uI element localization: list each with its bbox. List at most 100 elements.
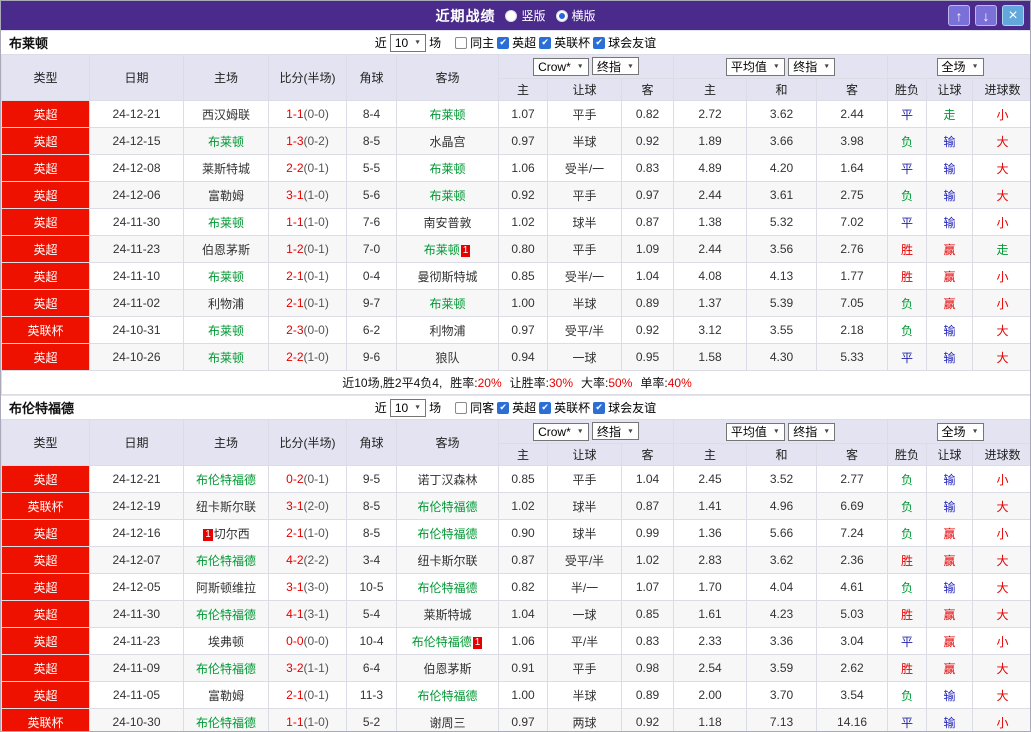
score: 2-3(0-0) <box>268 316 347 344</box>
select-value: 终指 <box>793 60 818 74</box>
odds-value: 半/一 <box>547 573 622 601</box>
handicap-result: 赢 <box>926 600 974 628</box>
average-odds-value: 2.77 <box>816 465 889 493</box>
match-date: 24-12-08 <box>89 154 184 182</box>
fulltime-score: 1-1 <box>286 715 304 729</box>
select-value: 终指 <box>597 59 622 74</box>
odds-value: 0.97 <box>498 316 548 344</box>
column-header: 日期 <box>89 54 184 101</box>
average-stage-select[interactable]: 终指 ▼ <box>788 422 836 441</box>
column-header: 类型 <box>1 54 90 101</box>
home-team: 利物浦 <box>183 289 269 317</box>
handicap-result: 输 <box>926 343 974 371</box>
team-name: 谢周三 <box>429 715 466 730</box>
wdl-result: 平 <box>887 627 928 655</box>
average-odds-value: 2.45 <box>673 465 748 493</box>
odds-value: 受平/半 <box>547 546 622 574</box>
odds-value: 0.92 <box>620 708 675 731</box>
corner-score: 8-4 <box>346 100 397 128</box>
summary-stat-value: 40% <box>667 376 692 390</box>
average-odds-value: 2.44 <box>673 235 748 263</box>
away-team: 曼彻斯特城 <box>396 262 499 290</box>
halftime-score: (2-0) <box>303 499 329 513</box>
horizontal-radio[interactable] <box>555 9 568 22</box>
score: 2-2(1-0) <box>268 343 347 371</box>
odds-group-header: Crow* ▼ 终指 ▼ <box>497 419 675 444</box>
goals-result: 大 <box>972 343 1030 371</box>
league-checkbox-2[interactable]: ✔ <box>593 36 606 49</box>
home-team: 布莱顿 <box>183 343 269 371</box>
team-name: 布莱顿 <box>207 215 244 230</box>
vertical-radio[interactable] <box>505 9 518 22</box>
home-team: 西汉姆联 <box>183 100 269 128</box>
league-checkbox-0[interactable]: ✔ <box>497 36 510 49</box>
match-date: 24-12-19 <box>89 492 184 520</box>
horizontal-layout-option[interactable]: 横版 <box>555 7 596 24</box>
corner-score: 5-5 <box>346 154 397 182</box>
team-name: 曼彻斯特城 <box>417 269 478 284</box>
score: 0-2(0-1) <box>268 465 347 493</box>
goals-result: 小 <box>972 289 1030 317</box>
corner-score: 9-5 <box>346 465 397 493</box>
wdl-result: 胜 <box>887 654 928 682</box>
recent-count-select[interactable]: 10 ▼ <box>389 33 427 52</box>
handicap-result: 输 <box>926 127 974 155</box>
match-row: 英超 24-11-05 富勒姆 2-1(0-1) 11-3 布伦特福德 1.00 半球 0.89… <box>1 681 1030 709</box>
average-odds-value: 1.58 <box>673 343 748 371</box>
halftime-score: (0-0) <box>303 634 329 648</box>
move-up-button[interactable]: ↑ <box>948 5 970 26</box>
fulltime-score: 2-2 <box>286 350 304 364</box>
odds-value: 1.06 <box>498 154 548 182</box>
home-team: 布莱顿 <box>183 208 269 236</box>
team-name: 布莱顿 <box>207 323 244 338</box>
bookmaker-select[interactable]: Crow* ▼ <box>533 422 589 441</box>
match-row: 英超 24-11-23 伯恩茅斯 1-2(0-1) 7-0 布莱顿 1 0.80 平手 1.09 2… <box>1 235 1030 263</box>
odds-value: 0.82 <box>498 573 548 601</box>
average-odds-value: 5.33 <box>816 343 889 371</box>
odds-stage-select[interactable]: 终指 ▼ <box>592 57 639 76</box>
match-type: 英超 <box>1 127 90 155</box>
team-name: 伯恩茅斯 <box>201 242 250 257</box>
average-stage-select[interactable]: 终指 ▼ <box>788 57 836 76</box>
corner-score: 5-2 <box>346 708 397 731</box>
halftime-score: (0-1) <box>303 688 329 702</box>
odds-value: 0.80 <box>498 235 548 263</box>
move-down-button[interactable]: ↓ <box>975 5 997 26</box>
goals-result: 大 <box>972 492 1030 520</box>
away-team: 布莱顿 <box>396 100 499 128</box>
close-button[interactable]: × <box>1002 5 1024 26</box>
match-type: 英超 <box>1 627 90 655</box>
select-value: 平均值 <box>730 425 767 439</box>
average-odds-value: 3.36 <box>746 627 818 655</box>
bookmaker-select[interactable]: Crow* ▼ <box>533 57 589 76</box>
fulltime-score: 3-1 <box>286 499 304 513</box>
recent-count-select[interactable]: 10 ▼ <box>389 398 427 417</box>
odds-value: 平手 <box>547 181 622 209</box>
average-select[interactable]: 平均值 ▼ <box>725 57 785 76</box>
score: 2-2(0-1) <box>268 154 347 182</box>
league-label: 英联杯 <box>554 401 591 415</box>
team-name: 富勒姆 <box>207 188 244 203</box>
league-checkbox-2[interactable]: ✔ <box>593 401 606 414</box>
column-header: 客场 <box>396 419 499 466</box>
fulltime-scope-select[interactable]: 全场 ▼ <box>936 57 984 76</box>
league-label: 球会友谊 <box>608 36 657 50</box>
odds-stage-select[interactable]: 终指 ▼ <box>592 422 639 441</box>
home-team: 布莱顿 <box>183 316 269 344</box>
filter-controls: 近 10 ▼ 场同主 ✔ 英超 ✔ 英联杯 ✔ 球会友谊 <box>375 33 657 52</box>
sub-column-header: 进球数 <box>972 78 1030 101</box>
halftime-score: (1-0) <box>303 215 329 229</box>
average-select[interactable]: 平均值 ▼ <box>725 422 785 441</box>
league-checkbox-1[interactable]: ✔ <box>539 36 552 49</box>
same-venue-checkbox[interactable] <box>455 36 468 49</box>
odds-value: 球半 <box>547 208 622 236</box>
same-venue-checkbox[interactable] <box>455 401 468 414</box>
league-checkbox-1[interactable]: ✔ <box>539 401 552 414</box>
halftime-score: (0-0) <box>303 323 329 337</box>
wdl-result: 负 <box>887 519 928 547</box>
fulltime-score: 2-1 <box>286 269 304 283</box>
vertical-layout-option[interactable]: 竖版 <box>505 7 546 24</box>
fulltime-scope-select[interactable]: 全场 ▼ <box>936 422 984 441</box>
team-name: 布莱顿 <box>207 269 244 284</box>
league-checkbox-0[interactable]: ✔ <box>497 401 510 414</box>
